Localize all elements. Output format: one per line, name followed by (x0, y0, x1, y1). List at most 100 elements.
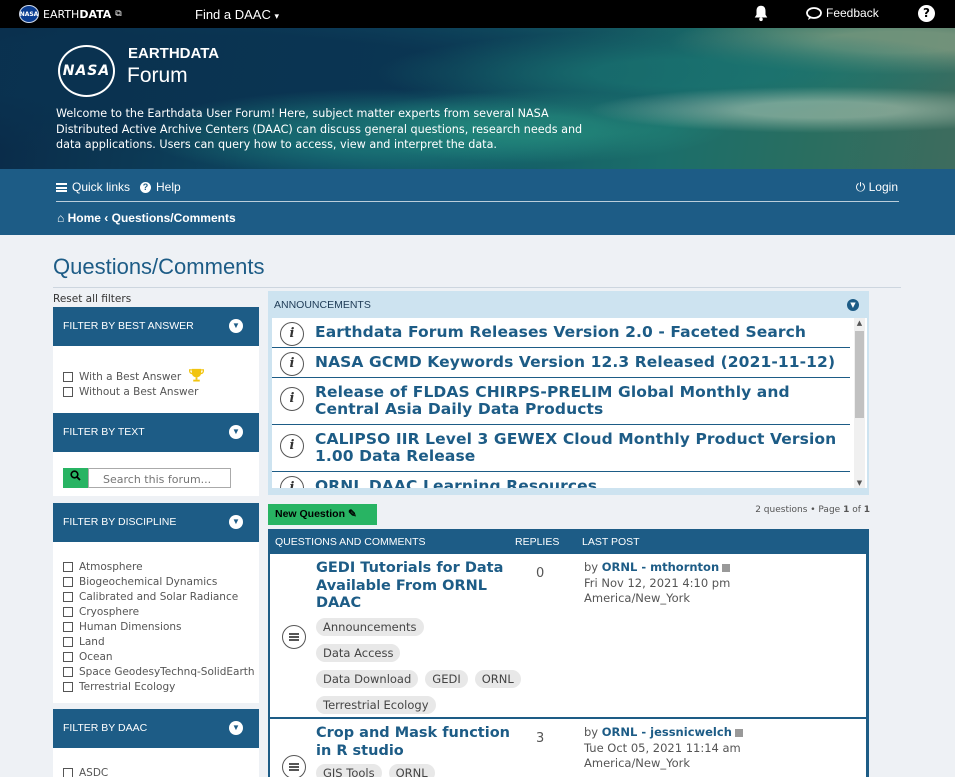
search-glyph (70, 470, 81, 481)
last-post-author[interactable]: ORNL - jessnicwelch (602, 725, 732, 739)
option-label: Without a Best Answer (79, 385, 199, 398)
find-daac-dropdown[interactable]: Find a DAAC ▾ (195, 7, 279, 22)
announcement-item[interactable]: i NASA GCMD Keywords Version 12.3 Releas… (272, 348, 850, 378)
option-label: Biogeochemical Dynamics (79, 575, 218, 588)
announcement-title[interactable]: ORNL DAAC Learning Resources (315, 478, 850, 489)
checkbox[interactable] (63, 636, 73, 647)
discipline-option[interactable]: Human Dimensions (53, 619, 259, 634)
tag-chip[interactable]: ORNL (388, 764, 435, 777)
topic-title[interactable]: Crop and Mask function in R studio (316, 725, 516, 760)
help-link[interactable]: Help (156, 180, 181, 194)
option-label: ASDC (79, 766, 109, 777)
topic-icon (282, 625, 306, 649)
announcement-title[interactable]: Earthdata Forum Releases Version 2.0 - F… (315, 324, 850, 341)
announcement-item[interactable]: i ORNL DAAC Learning Resources (272, 472, 850, 488)
discipline-option[interactable]: Biogeochemical Dynamics (53, 574, 259, 589)
tag-chip[interactable]: Data Download (316, 670, 419, 688)
announcement-item[interactable]: i CALIPSO IIR Level 3 GEWEX Cloud Monthl… (272, 425, 850, 472)
checkbox[interactable] (63, 386, 73, 397)
new-question-button[interactable]: New Question ✎ (268, 504, 377, 525)
page-total: 1 (863, 505, 870, 515)
checkbox[interactable] (63, 681, 73, 692)
announcement-item[interactable]: i Release of FLDAS CHIRPS-PRELIM Global … (272, 378, 850, 425)
best-answer-option[interactable]: Without a Best Answer (53, 384, 259, 399)
page-info-of: of (849, 505, 864, 515)
checkbox[interactable] (63, 371, 73, 382)
checkbox[interactable] (63, 666, 73, 677)
breadcrumb-current[interactable]: Questions/Comments (112, 211, 236, 225)
page-title[interactable]: Questions/Comments (53, 254, 265, 280)
chevron-down-icon: ▼ (229, 515, 243, 529)
search-icon[interactable] (63, 468, 88, 488)
chevron-down-icon: ▾ (274, 11, 280, 21)
announcement-title[interactable]: CALIPSO IIR Level 3 GEWEX Cloud Monthly … (315, 431, 850, 465)
tag-chip[interactable]: Data Access (316, 644, 401, 662)
checkbox[interactable] (63, 591, 73, 602)
topic-tags: GIS Tools ORNL (316, 764, 531, 777)
filter-text-header[interactable]: FILTER BY TEXT ▼ (53, 413, 259, 452)
discipline-option[interactable]: Terrestrial Ecology (53, 679, 259, 694)
pencil-icon: ✎ (347, 508, 357, 520)
help-icon[interactable]: ? (918, 5, 935, 22)
bell-icon[interactable] (752, 4, 770, 22)
nav-links: Quick links ? Help (56, 180, 181, 194)
filter-daac-header[interactable]: FILTER BY DAAC ▼ (53, 709, 259, 748)
forum-navbar: Quick links ? Help ⏻ Login ⌂ Home ‹ Ques… (0, 169, 955, 235)
announcements-header: ANNOUNCEMENTS (274, 299, 371, 311)
tag-chip[interactable]: GEDI (425, 670, 468, 688)
announcement-title[interactable]: NASA GCMD Keywords Version 12.3 Released… (315, 354, 850, 371)
option-label: Atmosphere (79, 560, 143, 573)
login-link[interactable]: ⏻ Login (856, 180, 898, 195)
announcement-title[interactable]: Release of FLDAS CHIRPS-PRELIM Global Mo… (315, 384, 850, 418)
earthdata-logo[interactable]: NASA EARTH DATA ⧉ (19, 5, 122, 23)
topic-tags: Announcements Data Access Data Download … (316, 618, 531, 714)
feedback-link[interactable]: Feedback (806, 6, 879, 20)
column-header-replies: REPLIES (515, 536, 560, 548)
hero-welcome-text: Welcome to the Earthdata User Forum! Her… (56, 107, 583, 151)
column-header-topics: QUESTIONS AND COMMENTS (275, 536, 426, 548)
reset-filters-link[interactable]: Reset all filters (53, 293, 131, 305)
option-label: Terrestrial Ecology (79, 680, 176, 693)
filter-discipline-header[interactable]: FILTER BY DISCIPLINE ▼ (53, 503, 259, 542)
last-post-author[interactable]: ORNL - mthornton (602, 560, 719, 574)
checkbox[interactable] (63, 561, 73, 572)
discipline-option[interactable]: Atmosphere (53, 559, 259, 574)
home-icon: ⌂ (57, 211, 65, 225)
title-divider (53, 287, 901, 288)
goto-post-icon[interactable] (722, 564, 731, 572)
topic-title[interactable]: GEDI Tutorials for Data Available From O… (316, 560, 516, 613)
announcement-item[interactable]: i Earthdata Forum Releases Version 2.0 -… (272, 318, 850, 348)
discipline-option[interactable]: Cryosphere (53, 604, 259, 619)
daac-option[interactable]: ASDC (53, 765, 259, 777)
checkbox[interactable] (63, 606, 73, 617)
filter-best-answer-header[interactable]: FILTER BY BEST ANSWER ▼ (53, 307, 259, 346)
scroll-up-icon[interactable]: ▲ (855, 319, 864, 327)
goto-post-icon[interactable] (734, 729, 743, 737)
discipline-option[interactable]: Space GeodesyTechnq-SolidEarth (53, 664, 259, 679)
tag-chip[interactable]: Terrestrial Ecology (316, 696, 436, 714)
discipline-option[interactable]: Calibrated and Solar Radiance (53, 589, 259, 604)
tag-chip[interactable]: GIS Tools (316, 764, 382, 777)
quick-links-link[interactable]: Quick links (72, 180, 130, 194)
trophy-icon (189, 368, 205, 382)
discipline-option[interactable]: Ocean (53, 649, 259, 664)
checkbox[interactable] (63, 621, 73, 632)
chevron-down-icon[interactable]: ▼ (847, 299, 859, 311)
discipline-option[interactable]: Land (53, 634, 259, 649)
filter-best-answer-title: FILTER BY BEST ANSWER (63, 320, 194, 332)
announcements-scrollbar[interactable]: ▲ ▼ (854, 318, 865, 488)
tag-chip[interactable]: ORNL (474, 670, 521, 688)
checkbox[interactable] (63, 767, 73, 777)
scroll-down-icon[interactable]: ▼ (855, 479, 864, 487)
best-answer-option[interactable]: With a Best Answer (53, 368, 259, 384)
checkbox[interactable] (63, 651, 73, 662)
hamburger-icon[interactable] (56, 182, 67, 192)
checkbox[interactable] (63, 576, 73, 587)
breadcrumb: ⌂ Home ‹ Questions/Comments (57, 211, 236, 225)
tag-chip[interactable]: Announcements (316, 618, 424, 636)
search-input[interactable] (88, 468, 231, 488)
last-post-timezone: America/New_York (584, 591, 691, 605)
scrollbar-thumb[interactable] (855, 331, 864, 418)
breadcrumb-home[interactable]: Home (68, 211, 101, 225)
topic-icon (282, 755, 306, 777)
